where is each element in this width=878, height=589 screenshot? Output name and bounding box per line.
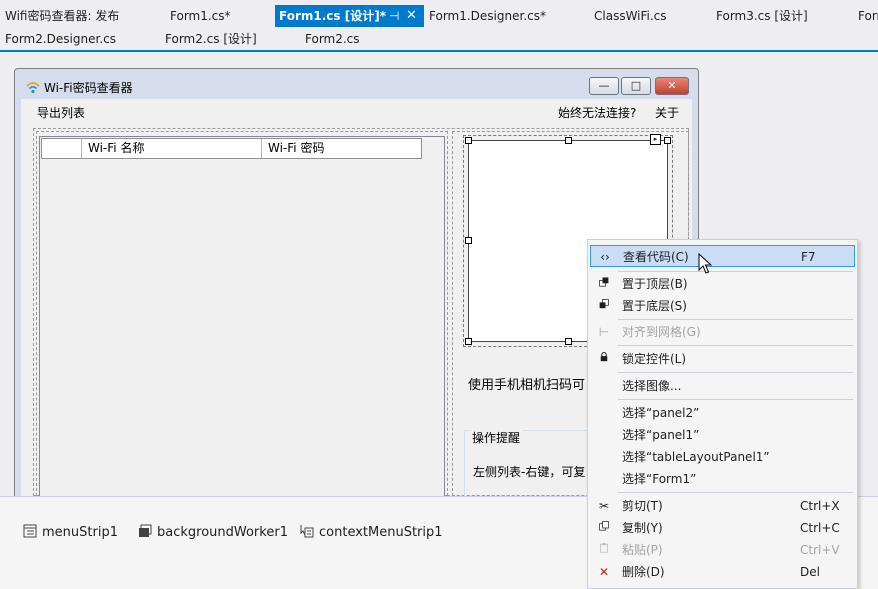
resize-handle-tr[interactable]	[664, 137, 671, 144]
menu-item-shortcut: Ctrl+C	[800, 521, 840, 535]
menu-item-cut[interactable]: ✂ 剪切(T) Ctrl+X	[590, 495, 855, 517]
menu-separator	[618, 319, 853, 320]
tab-classwifi[interactable]: ClassWiFi.cs	[589, 5, 711, 27]
tab-form2-designer-cs[interactable]: Form2.Designer.cs	[0, 28, 160, 50]
menu-item-select-tablelayoutpanel1[interactable]: 选择“tableLayoutPanel1”	[590, 446, 855, 468]
column-header-blank[interactable]	[42, 139, 82, 158]
tray-label: contextMenuStrip1	[319, 525, 443, 540]
tab-form-truncated[interactable]: Form	[853, 5, 878, 27]
tips-text: 左侧列表-右键，可复	[473, 465, 586, 479]
resize-handle-tl[interactable]	[465, 137, 472, 144]
form-title: Wi-Fi密码查看器	[44, 81, 133, 95]
maximize-button[interactable]: □	[621, 77, 651, 95]
menu-strip: 导出列表 始终无法连接? 关于	[21, 99, 692, 123]
menu-item-label: 剪切(T)	[622, 499, 663, 513]
context-menu: ‹› 查看代码(C) F7 置于顶层(B) 置于底层(S) ⊢ 对齐到网格(G)…	[587, 239, 858, 589]
menu-item-shortcut: Ctrl+X	[800, 499, 840, 513]
menu-item-label: 删除(D)	[622, 565, 665, 579]
delete-icon: ✕	[598, 565, 610, 579]
backgroundworker-icon	[139, 524, 152, 537]
lock-icon	[600, 351, 608, 362]
menu-item-lock-controls[interactable]: 锁定控件(L)	[590, 348, 855, 370]
menu-about[interactable]: 关于	[655, 104, 679, 121]
contextmenustrip-icon	[300, 525, 314, 538]
menu-item-view-code[interactable]: ‹› 查看代码(C) F7	[590, 245, 855, 267]
column-header-wifi-password[interactable]: Wi-Fi 密码	[262, 139, 421, 158]
copy-icon	[599, 521, 609, 531]
menu-item-send-to-back[interactable]: 置于底层(S)	[590, 295, 855, 317]
tray-label: menuStrip1	[42, 525, 118, 540]
tray-contextmenustrip1[interactable]: contextMenuStrip1	[299, 523, 443, 541]
minimize-button[interactable]: —	[589, 77, 619, 95]
menu-item-label: 粘贴(P)	[622, 543, 663, 557]
paste-icon	[600, 543, 608, 553]
code-icon: ‹›	[600, 250, 610, 264]
menu-item-label: 锁定控件(L)	[622, 352, 687, 366]
tab-form2-designer[interactable]: Form2.cs [设计]	[160, 28, 300, 50]
close-button[interactable]: ✕	[655, 77, 689, 95]
menu-export-list[interactable]: 导出列表	[37, 104, 85, 121]
menu-item-copy[interactable]: 复制(Y) Ctrl+C	[590, 517, 855, 539]
wifi-list-view[interactable]	[39, 136, 445, 496]
form-titlebar[interactable]: Wi-Fi密码查看器 — □ ✕	[20, 75, 692, 99]
tab-form2-cs[interactable]: Form2.cs	[300, 28, 405, 50]
menu-separator	[618, 399, 853, 400]
menu-item-delete[interactable]: ✕ 删除(D) Del	[590, 561, 855, 583]
tab-label: Form1.cs [设计]*	[279, 9, 386, 23]
menu-item-paste[interactable]: 粘贴(P) Ctrl+V	[590, 539, 855, 561]
menu-item-choose-image[interactable]: 选择图像...	[590, 375, 855, 397]
menu-item-shortcut: Ctrl+V	[800, 543, 840, 557]
bring-to-front-icon	[599, 277, 609, 287]
tab-form1-designer-cs[interactable]: Form1.Designer.cs*	[424, 5, 589, 27]
menu-item-select-form1[interactable]: 选择“Form1”	[590, 468, 855, 490]
list-header: Wi-Fi 名称 Wi-Fi 密码	[41, 138, 422, 159]
tray-label: backgroundWorker1	[157, 525, 288, 540]
align-grid-icon: ⊢	[598, 325, 610, 339]
menu-item-label: 置于顶层(B)	[622, 277, 688, 291]
tab-publish[interactable]: Wifi密码查看器: 发布	[0, 5, 165, 27]
menu-item-label: 选择“panel2”	[622, 406, 700, 420]
menu-separator	[618, 345, 853, 346]
smart-tag-arrow-icon[interactable]: ▸	[650, 134, 661, 145]
menu-item-label: 选择图像...	[622, 379, 682, 393]
column-header-wifi-name[interactable]: Wi-Fi 名称	[82, 139, 262, 158]
menu-item-shortcut: F7	[801, 250, 816, 264]
resize-handle-ml[interactable]	[465, 237, 472, 244]
tips-group-title: 操作提醒	[469, 429, 524, 446]
cut-icon: ✂	[598, 499, 610, 513]
close-tab-icon[interactable]: ✕	[406, 5, 420, 27]
tray-menustrip1[interactable]: menuStrip1	[22, 523, 118, 541]
tab-form3-designer[interactable]: Form3.cs [设计]	[711, 5, 853, 27]
menu-separator	[618, 271, 853, 272]
menu-item-align-to-grid[interactable]: ⊢ 对齐到网格(G)	[590, 321, 855, 343]
menu-item-shortcut: Del	[800, 565, 820, 579]
menu-item-select-panel2[interactable]: 选择“panel2”	[590, 402, 855, 424]
resize-handle-bl[interactable]	[465, 338, 472, 345]
resize-handle-tc[interactable]	[565, 137, 572, 144]
document-tab-bar: Wifi密码查看器: 发布 Form1.cs* Form1.cs [设计]* ⊣…	[0, 0, 878, 52]
menu-item-label: 选择“Form1”	[622, 472, 697, 486]
send-to-back-icon	[599, 299, 609, 309]
tab-form1-cs[interactable]: Form1.cs*	[165, 5, 275, 27]
resize-handle-bc[interactable]	[565, 338, 572, 345]
menu-item-select-panel1[interactable]: 选择“panel1”	[590, 424, 855, 446]
menu-item-label: 选择“tableLayoutPanel1”	[622, 450, 770, 464]
tab-form1-designer-active[interactable]: Form1.cs [设计]* ⊣ ✕	[275, 5, 424, 27]
menu-cant-connect[interactable]: 始终无法连接?	[558, 104, 636, 121]
menu-item-label: 选择“panel1”	[622, 428, 700, 442]
menustrip-icon	[23, 524, 37, 538]
menu-separator	[618, 492, 853, 493]
menu-item-label: 置于底层(S)	[622, 299, 687, 313]
menu-item-label: 复制(Y)	[622, 521, 663, 535]
menu-item-bring-to-front[interactable]: 置于顶层(B)	[590, 273, 855, 295]
menu-separator	[618, 372, 853, 373]
scan-instruction-label: 使用手机相机扫码可	[468, 378, 586, 393]
menu-item-label: 对齐到网格(G)	[622, 325, 701, 339]
pin-icon[interactable]: ⊣	[389, 5, 403, 27]
mouse-cursor-icon	[698, 253, 712, 274]
menu-item-label: 查看代码(C)	[623, 250, 689, 264]
tray-backgroundworker1[interactable]: backgroundWorker1	[137, 523, 288, 541]
wifi-app-icon	[26, 82, 40, 94]
